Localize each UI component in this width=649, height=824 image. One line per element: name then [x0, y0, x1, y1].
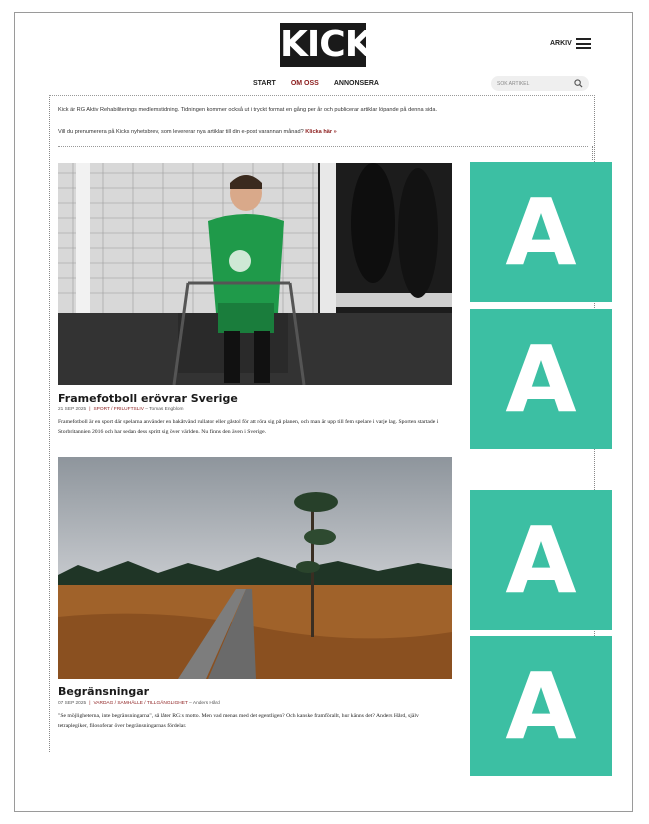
ad-banner[interactable]: A	[470, 490, 612, 630]
article-meta: 21 SEP 2025 | SPORT / FRILUFTSLIV – Tomas …	[58, 407, 184, 412]
newsletter-text: Vill du prenumerera på Kicks nyhetsbrev,…	[58, 129, 337, 135]
ad-banner[interactable]: A	[470, 162, 612, 302]
divider-vertical	[592, 146, 593, 160]
article-title[interactable]: Framefotboll erövrar Sverige	[58, 392, 238, 405]
newsletter-prompt: Vill du prenumerera på Kicks nyhetsbrev,…	[58, 129, 304, 135]
article-author: – Anders Hård	[189, 701, 220, 706]
nav-om-oss[interactable]: OM OSS	[291, 80, 319, 87]
hamburger-menu-icon[interactable]	[575, 38, 591, 49]
ad-banner[interactable]: A	[470, 309, 612, 449]
search-input[interactable]	[497, 80, 567, 87]
archive-label: ARKIV	[550, 40, 572, 47]
article-categories[interactable]: VARDAG / SAMHÄLLE / TILLGÄNGLIGHET	[93, 701, 187, 706]
article-date: 07 SEP 2025	[58, 701, 87, 706]
article-excerpt: Framefotboll är en sport där spelarna an…	[58, 419, 439, 435]
nav-start[interactable]: START	[253, 80, 276, 87]
ad-banner[interactable]: A	[470, 636, 612, 776]
meta-separator: |	[89, 701, 91, 706]
intro-text: Kick är RG Aktiv Rehabiliterings medlems…	[58, 107, 438, 113]
article-excerpt: "Se möjligheterna, inte begränsningarna"…	[58, 713, 419, 729]
search-icon[interactable]	[574, 79, 583, 88]
search-box	[491, 76, 589, 91]
divider	[58, 146, 588, 147]
article-image-framefotboll[interactable]	[58, 163, 452, 385]
nav-annonsera[interactable]: ANNONSERA	[334, 80, 379, 87]
article-author: – Tomas Engblom	[145, 407, 184, 412]
article-date: 21 SEP 2025	[58, 407, 87, 412]
article-categories[interactable]: SPORT / FRILUFTSLIV	[93, 407, 143, 412]
main-nav: START OM OSS ANNONSERA	[253, 80, 379, 87]
site-logo[interactable]: KICK	[280, 23, 373, 67]
archive-menu-button[interactable]: ARKIV	[550, 38, 591, 49]
article-title[interactable]: Begränsningar	[58, 685, 149, 698]
article-meta: 07 SEP 2025 | VARDAG / SAMHÄLLE / TILLGÄNG…	[58, 701, 220, 706]
meta-separator: |	[89, 407, 91, 412]
newsletter-link[interactable]: Klicka här »	[305, 129, 336, 135]
article-image-begransningar[interactable]	[58, 457, 452, 679]
